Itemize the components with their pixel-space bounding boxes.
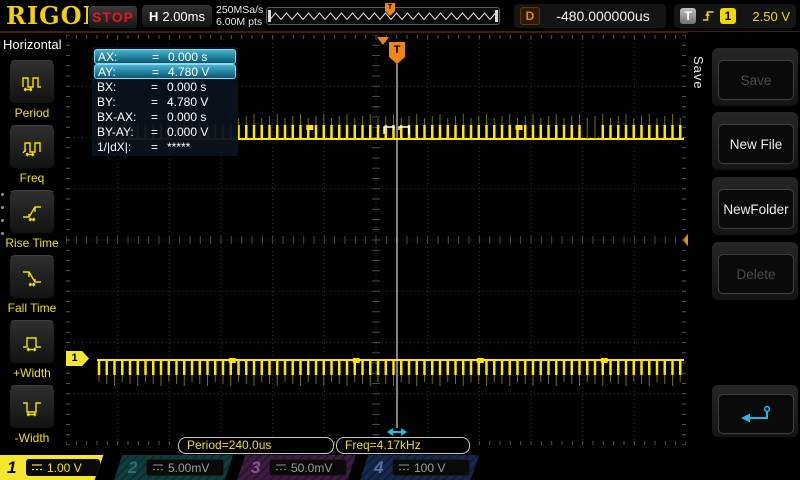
delete-button[interactable]: Delete [718,254,794,294]
oscilloscope-screen: RIGOL STOP H 2.00ms 250MSa/s 6.00M pts T… [0,0,800,480]
menu-scroll-dots [1,193,4,235]
period-measurement: Period=240.0us [178,437,334,454]
rise-time-button[interactable] [9,190,55,234]
channel3-number: 3 [251,458,260,478]
cursor-row-bx: BX:=0.000 s [94,79,236,94]
new-file-button-slot: New File [712,112,798,170]
fall-time-button[interactable] [9,255,55,299]
cursor-measurement-panel: AX:=0.000 s AY:=4.780 V BX:=0.000 s BY:=… [92,47,238,156]
plus-width-icon [21,333,43,352]
new-folder-button[interactable]: NewFolder [718,189,794,229]
channel1-scale: 1.00 V [47,461,82,475]
trigger-indicator[interactable]: T 1 2.50 V [674,4,796,28]
delete-button-slot: Delete [712,242,798,300]
plus-width-label: +Width [0,366,64,380]
minus-width-button[interactable] [9,385,55,429]
delay-label: D [520,7,540,25]
fall-time-label: Fall Time [0,301,64,315]
back-button[interactable] [718,394,794,434]
channel1-scale-box: 1.00 V [26,459,100,476]
waveform-preview-bar[interactable]: T [266,7,500,25]
trigger-level-value: 2.50 V [741,9,790,24]
acquisition-info: 250MSa/s 6.00M pts [216,4,263,28]
channel4-status[interactable]: 4 100 V [360,455,479,480]
rising-edge-icon [701,9,715,23]
cursor-row-bxax: BX-AX:=0.000 s [94,109,236,124]
trigger-source-badge: 1 [720,8,736,24]
trigger-label: T [680,8,696,24]
channel4-number: 4 [374,458,383,478]
channel4-scale-box: 100 V [392,459,470,476]
save-button[interactable]: Save [718,60,794,100]
preview-wave [270,9,498,23]
rise-time-label: Rise Time [0,236,64,250]
new-folder-button-slot: NewFolder [712,177,798,235]
freq-button[interactable] [9,125,55,169]
period-label: Period [0,106,64,120]
timebase-indicator[interactable]: H 2.00ms [142,5,212,27]
dc-coupling-icon [31,463,43,472]
channel2-number: 2 [128,458,137,478]
run-state-indicator[interactable]: STOP [88,5,138,29]
back-button-slot [712,385,798,437]
minus-width-label: -Width [0,431,64,445]
channel3-status[interactable]: 3 50.0mV [237,455,356,480]
channel4-scale: 100 V [414,461,445,475]
horizontal-label: H [149,9,158,24]
top-status-bar: RIGOL STOP H 2.00ms 250MSa/s 6.00M pts T… [0,0,800,33]
cursor-row-ay: AY:=4.780 V [94,64,236,79]
cursor-row-byay: BY-AY:=0.000 V [94,124,236,139]
fall-time-icon [21,268,43,287]
timebase-value: 2.00ms [158,9,205,24]
dc-coupling-icon [152,463,164,472]
period-button[interactable] [9,60,55,104]
cursor-row-ax: AX:=0.000 s [94,49,236,64]
return-arrow-icon [736,405,776,423]
save-menu: Save Save New File NewFolder Delete [688,32,800,458]
channel1-status[interactable]: 1 1.00 V [0,455,110,480]
menu-tab-save: Save [691,56,706,90]
minus-width-icon [21,398,43,417]
channel3-scale-box: 50.0mV [269,459,347,476]
plus-width-button[interactable] [9,320,55,364]
rigol-logo: RIGOL [6,1,100,30]
cursor-row-by: BY:=4.780 V [94,94,236,109]
period-icon [21,73,43,92]
channel2-scale: 5.00mV [168,461,209,475]
delay-indicator[interactable]: D -480.000000us [514,4,666,28]
memory-depth: 6.00M pts [216,16,263,28]
freq-label: Freq [0,171,64,185]
channel2-status[interactable]: 2 5.00mV [114,455,233,480]
rise-time-icon [21,203,43,222]
cursor-row-invdx: 1/|dX|:=***** [94,139,236,154]
channel2-scale-box: 5.00mV [146,459,224,476]
left-menu-title: Horizontal [3,37,62,52]
freq-measurement: Freq=4.17kHz [336,437,470,454]
delay-value: -480.000000us [540,8,666,24]
trigger-position-triangle-icon[interactable] [377,37,389,45]
sample-rate: 250MSa/s [216,4,263,16]
dc-coupling-icon [398,463,410,472]
new-file-button[interactable]: New File [718,124,794,164]
channel-status-bar: 1 1.00 V 2 5.00mV 3 50 [0,455,800,480]
channel1-number: 1 [7,458,16,478]
dc-coupling-icon [275,463,287,472]
channel3-scale: 50.0mV [291,461,332,475]
freq-icon [21,138,43,157]
save-button-slot: Save [712,48,798,106]
